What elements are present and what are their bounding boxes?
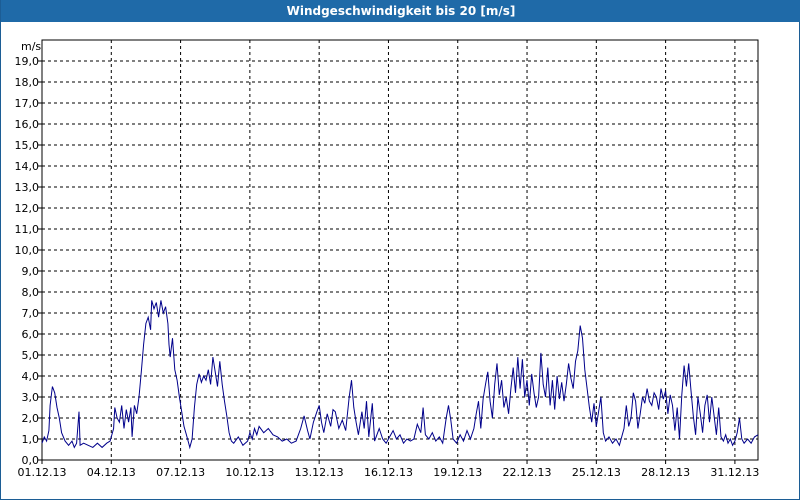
x-tick-label: 04.12.13	[87, 466, 136, 479]
y-tick-label: 13,0	[15, 181, 40, 194]
y-tick-label: 8,0	[22, 286, 40, 299]
y-tick-label: 9,0	[22, 265, 40, 278]
y-tick-label: 1,0	[22, 433, 40, 446]
y-tick-label: 18,0	[15, 76, 40, 89]
y-tick-label: 3,0	[22, 391, 40, 404]
x-tick-label: 31.12.13	[710, 466, 759, 479]
x-tick-label: 22.12.13	[503, 466, 552, 479]
x-tick-label: 28.12.13	[641, 466, 690, 479]
x-tick-label: 19.12.13	[433, 466, 482, 479]
x-tick-label: 13.12.13	[295, 466, 344, 479]
y-tick-label: 6,0	[22, 328, 40, 341]
y-axis-unit-label: m/s	[21, 40, 41, 53]
y-tick-label: 11,0	[15, 223, 40, 236]
chart-title: Windgeschwindigkeit bis 20 [m/s]	[286, 4, 516, 18]
y-tick-label: 14,0	[15, 160, 40, 173]
x-tick-label: 01.12.13	[18, 466, 67, 479]
y-tick-label: 10,0	[15, 244, 40, 257]
y-tick-label: 15,0	[15, 139, 40, 152]
y-tick-label: 7,0	[22, 307, 40, 320]
y-tick-label: 17,0	[15, 97, 40, 110]
y-tick-label: 5,0	[22, 349, 40, 362]
y-tick-label: 19,0	[15, 55, 40, 68]
chart-title-bar: Windgeschwindigkeit bis 20 [m/s]	[1, 0, 800, 22]
x-tick-label: 07.12.13	[156, 466, 205, 479]
y-tick-label: 16,0	[15, 118, 40, 131]
chart-plot: 0,01,02,03,04,05,06,07,08,09,010,011,012…	[15, 39, 759, 479]
x-tick-label: 25.12.13	[572, 466, 621, 479]
y-tick-label: 2,0	[22, 412, 40, 425]
x-tick-label: 10.12.13	[225, 466, 274, 479]
x-tick-label: 16.12.13	[364, 466, 413, 479]
chart-window: Windgeschwindigkeit bis 20 [m/s] 0,0 1,0 2…	[0, 0, 800, 500]
y-tick-label: 4,0	[22, 370, 40, 383]
y-tick-label: 12,0	[15, 202, 40, 215]
